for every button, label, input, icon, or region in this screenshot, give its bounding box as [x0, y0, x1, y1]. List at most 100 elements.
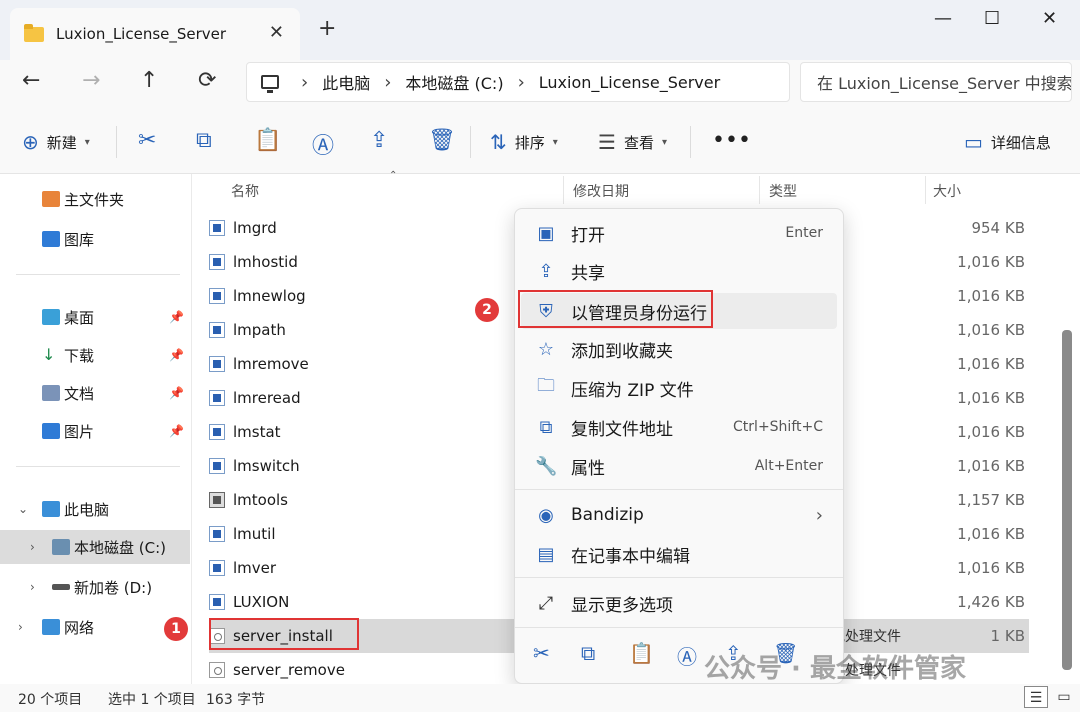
menu-divider [515, 577, 843, 578]
refresh-button[interactable]: ⟳ [198, 68, 216, 93]
scrollbar-thumb[interactable] [1062, 330, 1072, 670]
copy-icon[interactable]: ⧉ [581, 641, 595, 665]
column-header-type[interactable]: 类型 [769, 181, 797, 201]
open-icon: ▣ [537, 222, 555, 244]
breadcrumb-this-pc[interactable]: 此电脑 [322, 70, 370, 94]
menu-item-add-favorites[interactable]: ☆ 添加到收藏夹 [521, 331, 837, 367]
cut-icon[interactable]: ✂ [533, 641, 550, 665]
chevron-right-icon[interactable]: › [18, 620, 23, 634]
cut-icon[interactable]: ✂ [138, 128, 156, 153]
star-icon: ☆ [537, 338, 555, 360]
file-name: lmhostid [233, 253, 298, 271]
breadcrumb-folder[interactable]: Luxion_License_Server [539, 73, 720, 92]
menu-item-label: 添加到收藏夹 [571, 341, 673, 362]
desktop-icon [42, 309, 60, 325]
address-bar[interactable]: › 此电脑 › 本地磁盘 (C:) › Luxion_License_Serve… [246, 62, 790, 102]
details-button[interactable]: ▭ 详细信息 [964, 130, 1051, 154]
sidebar-item-network[interactable]: › 网络 [0, 610, 190, 644]
sidebar-item-local-disk[interactable]: › 本地磁盘 (C:) [0, 530, 190, 564]
sidebar-item-desktop[interactable]: 桌面 📌 [0, 300, 190, 334]
network-icon [42, 619, 60, 635]
view-label: 查看 [623, 133, 654, 152]
download-icon: ↓ [42, 345, 56, 364]
column-header-name[interactable]: 名称 [231, 181, 259, 201]
breadcrumb-sep: › [384, 71, 392, 93]
tab-title: Luxion_License_Server [56, 25, 227, 43]
column-separator[interactable] [759, 176, 760, 204]
file-name: lmswitch [233, 457, 300, 475]
divider [116, 126, 117, 158]
new-tab-button[interactable]: + [318, 16, 336, 41]
view-button[interactable]: ☰ 查看 ▾ [598, 130, 667, 154]
column-separator[interactable] [563, 176, 564, 204]
exe-file-icon [209, 560, 225, 576]
sidebar-item-documents[interactable]: 文档 📌 [0, 376, 190, 410]
exe-file-icon [209, 526, 225, 542]
pin-icon[interactable]: 📌 [169, 424, 184, 438]
copy-path-icon: ⧉ [539, 416, 553, 438]
search-input[interactable]: 在 Luxion_License_Server 中搜索 [800, 62, 1072, 102]
sort-button[interactable]: ⇅ 排序 ▾ [490, 130, 558, 154]
sidebar-item-label: 新加卷 (D:) [74, 578, 153, 597]
file-name: server_remove [233, 661, 345, 679]
file-name: lmtools [233, 491, 288, 509]
maximize-button[interactable]: ☐ [984, 8, 1000, 29]
menu-item-bandizip[interactable]: ◉ Bandizip › [521, 497, 837, 533]
picture-icon [42, 423, 60, 439]
tiles-view-icon[interactable]: ▭ [1052, 686, 1076, 708]
pin-icon[interactable]: 📌 [169, 348, 184, 362]
sidebar-item-gallery[interactable]: 图库 [0, 222, 190, 256]
column-separator[interactable] [925, 176, 926, 204]
chevron-down-icon[interactable]: ⌄ [18, 502, 28, 516]
tab-close-icon[interactable]: ✕ [269, 22, 284, 43]
up-button[interactable]: ↑ [140, 68, 158, 93]
share-icon[interactable]: ⇪ [370, 128, 388, 153]
notepad-icon: ▤ [537, 543, 555, 565]
copy-icon[interactable]: ⧉ [196, 128, 212, 153]
sidebar-item-label: 文档 [64, 384, 95, 403]
file-size: 1,016 KB [957, 559, 1025, 577]
chevron-right-icon[interactable]: › [30, 540, 35, 554]
rename-icon[interactable]: Ⓐ [677, 641, 697, 670]
menu-item-open[interactable]: ▣ 打开 Enter [521, 215, 837, 251]
paste-icon[interactable]: 📋 [254, 128, 281, 153]
menu-item-edit-notepad[interactable]: ▤ 在记事本中编辑 [521, 536, 837, 572]
menu-item-label: 共享 [571, 263, 605, 284]
pin-icon[interactable]: 📌 [169, 386, 184, 400]
minimize-button[interactable]: — [934, 8, 952, 29]
sidebar-item-this-pc[interactable]: ⌄ 此电脑 [0, 492, 190, 526]
column-header-size[interactable]: 大小 [933, 181, 961, 201]
menu-item-properties[interactable]: 🔧 属性 Alt+Enter [521, 448, 837, 484]
file-size: 1,157 KB [957, 491, 1025, 509]
details-view-icon[interactable]: ☰ [1024, 686, 1048, 708]
chevron-right-icon[interactable]: › [30, 580, 35, 594]
back-button[interactable]: ← [22, 68, 40, 93]
bandizip-icon: ◉ [538, 504, 554, 526]
sidebar-item-downloads[interactable]: ↓ 下载 📌 [0, 338, 190, 372]
paste-icon[interactable]: 📋 [629, 641, 654, 665]
new-button[interactable]: ⊕ 新建 ▾ [22, 130, 90, 154]
menu-item-show-more[interactable]: ⤢ 显示更多选项 [521, 585, 837, 621]
sidebar-item-label: 网络 [64, 618, 95, 637]
sidebar-item-home[interactable]: 主文件夹 [0, 182, 190, 216]
menu-item-share[interactable]: ⇪ 共享 [521, 253, 837, 289]
sidebar-item-new-volume[interactable]: › 新加卷 (D:) [0, 570, 190, 604]
pin-icon[interactable]: 📌 [169, 310, 184, 324]
menu-item-copy-path[interactable]: ⧉ 复制文件地址 Ctrl+Shift+C [521, 409, 837, 445]
breadcrumb-local-disk[interactable]: 本地磁盘 (C:) [405, 70, 503, 94]
rename-icon[interactable]: Ⓐ [312, 128, 334, 160]
sidebar-item-pictures[interactable]: 图片 📌 [0, 414, 190, 448]
menu-item-compress-zip[interactable]: 🗀 压缩为 ZIP 文件 [521, 370, 837, 406]
sidebar-item-label: 主文件夹 [64, 190, 125, 209]
more-options-icon[interactable]: ••• [712, 128, 751, 153]
file-size: 1,426 KB [957, 593, 1025, 611]
close-window-button[interactable]: ✕ [1042, 8, 1057, 29]
delete-icon[interactable]: 🗑 [428, 128, 456, 153]
forward-button[interactable]: → [82, 68, 100, 93]
tab-luxion[interactable]: Luxion_License_Server ✕ [10, 8, 300, 60]
column-header-modified[interactable]: 修改日期 [573, 181, 629, 201]
exe-file-icon [209, 254, 225, 270]
command-bar: ⊕ 新建 ▾ ✂ ⧉ 📋 Ⓐ ⇪ 🗑 ⇅ 排序 ▾ ☰ 查看 ▾ ••• ▭ 详… [0, 112, 1080, 174]
new-label: 新建 [46, 133, 77, 152]
file-size: 1,016 KB [957, 389, 1025, 407]
